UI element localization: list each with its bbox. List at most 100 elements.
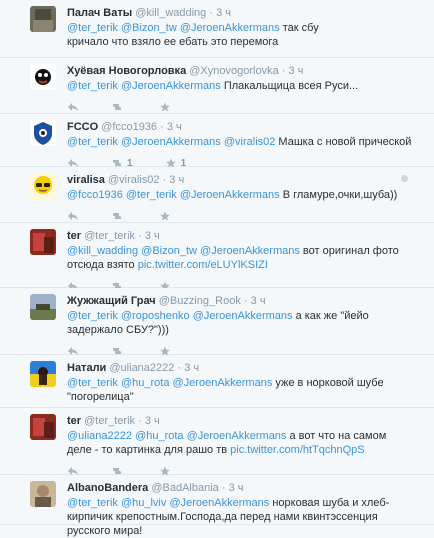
author-handle[interactable]: @Buzzing_Rook [159, 295, 241, 307]
author-name[interactable]: ter [67, 415, 81, 427]
mention-link[interactable]: @hu_rota [121, 377, 169, 389]
separator: · [243, 295, 248, 307]
timestamp[interactable]: 3 ч [167, 121, 182, 133]
mention-link[interactable]: @Bizon_tw [141, 245, 197, 257]
tweet[interactable]: Жужжащий Грач @Buzzing_Rook · 3 ч @ter_t… [0, 288, 434, 356]
mention-link[interactable]: @fcco1936 [67, 189, 123, 201]
tweet-text: @fcco1936 @ter_terik @JeroenAkkermans В … [67, 188, 424, 202]
mention-link[interactable]: @JeroenAkkermans [121, 136, 221, 148]
mention-link[interactable]: @ter_terik [67, 377, 118, 389]
mention-link[interactable]: @ter_terik [67, 22, 118, 34]
avatar[interactable] [30, 64, 56, 90]
author-name[interactable]: ter [67, 230, 81, 242]
timestamp[interactable]: 3 ч [145, 230, 160, 242]
timestamp[interactable]: 3 ч [169, 174, 184, 186]
like-button[interactable] [159, 102, 175, 112]
mention-link[interactable]: @ter_terik [67, 497, 118, 509]
author-name[interactable]: Жужжащий Грач [67, 295, 156, 307]
reply-button[interactable] [67, 211, 79, 221]
retweet-icon [113, 212, 121, 220]
retweet-button[interactable] [111, 102, 127, 112]
author-handle[interactable]: @BadAlbania [151, 482, 218, 494]
tweet[interactable]: Хуёвая Новогорловка @Xynovogorlovka · 3 … [0, 58, 434, 114]
text-segment: В гламуре,очки,шуба)) [279, 189, 398, 201]
mention-link[interactable]: @JeroenAkkermans [121, 80, 221, 92]
mention-link[interactable]: @JeroenAkkermans [169, 497, 269, 509]
text-segment: Машка с новой прической [275, 136, 412, 148]
mention-link[interactable]: @ter_terik [67, 136, 118, 148]
tweet[interactable]: ter @ter_terik · 3 ч @uliana2222 @hu_rot… [0, 408, 434, 476]
timestamp[interactable]: 3 ч [229, 482, 244, 494]
mention-link[interactable]: @hu_lviv [121, 497, 166, 509]
author-name[interactable]: FCCO [67, 121, 98, 133]
mention-link[interactable]: @JeroenAkkermans [180, 22, 280, 34]
author-name[interactable]: Натали [67, 362, 106, 374]
author-handle[interactable]: @ter_terik [84, 230, 135, 242]
tweet-text: @kill_wadding @Bizon_tw @JeroenAkkermans… [67, 244, 407, 272]
author-handle[interactable]: @kill_wadding [135, 7, 206, 19]
avatar[interactable] [30, 229, 56, 255]
retweet-button[interactable] [111, 211, 127, 221]
author-handle[interactable]: @viralis02 [108, 174, 160, 186]
author-handle[interactable]: @ter_terik [84, 415, 135, 427]
tweet[interactable]: AlbanoBandera @BadAlbania · 3 ч @ter_ter… [0, 475, 434, 537]
separator: · [138, 415, 142, 427]
separator: · [177, 362, 182, 374]
tweet[interactable]: viralisa @viralis02 · 3 ч @fcco1936 @ter… [0, 167, 434, 223]
tweet-text: @ter_terik @JeroenAkkermans @viralis02 М… [67, 135, 424, 149]
timeline: Палач Ваты @kill_wadding · 3 ч @ter_teri… [0, 0, 434, 537]
star-icon [160, 102, 170, 112]
author-name[interactable]: Хуёвая Новогорловка [67, 65, 186, 77]
author-handle[interactable]: @Xynovogorlovka [189, 65, 278, 77]
tweet[interactable]: ter @ter_terik · 3 ч @kill_wadding @Bizo… [0, 223, 434, 291]
author-handle[interactable]: @uliana2222 [109, 362, 174, 374]
timestamp[interactable]: 3 ч [288, 65, 303, 77]
reply-icon [68, 103, 78, 112]
tweet[interactable]: Палач Ваты @kill_wadding · 3 ч @ter_teri… [0, 0, 434, 69]
avatar[interactable] [30, 294, 56, 320]
author-name[interactable]: viralisa [67, 174, 105, 186]
mention-link[interactable]: @JeroenAkkermans [187, 430, 287, 442]
tweet[interactable]: Натали @uliana2222 · 3 ч @ter_terik @hu_… [0, 355, 434, 423]
tweet-text: @ter_terik @roposhenko @JeroenAkkermans … [67, 309, 407, 337]
reply-button[interactable] [67, 102, 79, 112]
timestamp[interactable]: 3 ч [251, 295, 266, 307]
star-icon [160, 211, 170, 221]
separator: · [162, 174, 167, 186]
avatar[interactable] [30, 6, 56, 32]
separator: · [281, 65, 286, 77]
mention-link[interactable]: @kill_wadding [67, 245, 138, 257]
author-name[interactable]: AlbanoBandera [67, 482, 148, 494]
avatar[interactable] [30, 120, 56, 146]
timestamp[interactable]: 3 ч [216, 7, 231, 19]
mention-link[interactable]: @JeroenAkkermans [173, 377, 273, 389]
mention-link[interactable]: @Bizon_tw [121, 22, 177, 34]
mention-link[interactable]: @JeroenAkkermans [200, 245, 300, 257]
timestamp[interactable]: 3 ч [145, 415, 160, 427]
mention-link[interactable]: @JeroenAkkermans [180, 189, 280, 201]
mention-link[interactable]: @JeroenAkkermans [193, 310, 293, 322]
separator: · [221, 482, 226, 494]
author-handle[interactable]: @fcco1936 [101, 121, 157, 133]
timestamp[interactable]: 3 ч [184, 362, 199, 374]
tweet[interactable]: FCCO @fcco1936 · 3 ч @ter_terik @JeroenA… [0, 114, 434, 169]
mention-link[interactable]: @ter_terik [126, 189, 177, 201]
mention-link[interactable]: @ter_terik [67, 310, 118, 322]
avatar[interactable] [30, 481, 56, 507]
tweet-options-icon[interactable] [401, 175, 408, 182]
avatar[interactable] [30, 173, 56, 199]
tweet-text: @ter_terik @hu_rota @JeroenAkkermans уже… [67, 376, 424, 404]
mention-link[interactable]: @uliana2222 [67, 430, 132, 442]
avatar[interactable] [30, 414, 56, 440]
media-link[interactable]: pic.twitter.com/htTqchnQpS [230, 444, 365, 456]
separator: · [209, 7, 214, 19]
like-button[interactable] [159, 211, 175, 221]
author-name[interactable]: Палач Ваты [67, 7, 132, 19]
tweet-text: @ter_terik @Bizon_tw @JeroenAkkermans та… [67, 21, 357, 49]
mention-link[interactable]: @ter_terik [67, 80, 118, 92]
mention-link[interactable]: @viralis02 [224, 136, 276, 148]
avatar[interactable] [30, 361, 56, 387]
mention-link[interactable]: @hu_rota [135, 430, 183, 442]
media-link[interactable]: pic.twitter.com/eLUYlKSIZI [138, 259, 268, 271]
mention-link[interactable]: @roposhenko [121, 310, 190, 322]
